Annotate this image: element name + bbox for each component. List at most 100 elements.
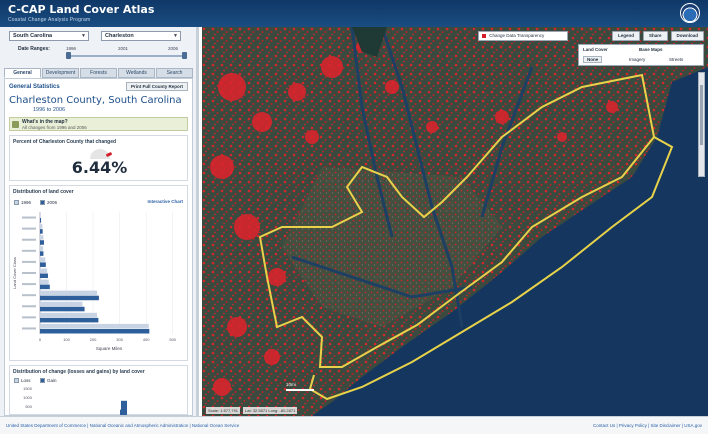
change-chart-card: Distribution of change (losses and gains… (9, 365, 188, 415)
base-maps-label: Base Maps (639, 47, 663, 52)
slider-start-handle[interactable] (66, 52, 71, 59)
y-tick-label (22, 260, 36, 263)
year-tick: 1996 (66, 46, 77, 51)
footer-site-links[interactable]: Contact Us | Privacy Policy | Site Discl… (593, 423, 702, 428)
change-bar-chart: 1500 1000 500 (23, 386, 127, 416)
bar-2006[interactable] (40, 317, 99, 323)
base-map-streets-radio[interactable]: Streets (669, 57, 683, 62)
footer-agency-links[interactable]: United States Department of Commerce | N… (6, 423, 239, 428)
bar-2006[interactable] (40, 273, 48, 279)
bar-1996[interactable] (40, 279, 49, 285)
years-span: 1996 to 2006 (33, 107, 66, 113)
bar-1996[interactable] (40, 235, 44, 240)
bar-1996[interactable] (40, 246, 44, 251)
bar-1996[interactable] (40, 301, 83, 307)
change-color-icon (482, 33, 486, 38)
map-info-icon (12, 121, 19, 128)
y-tick-label (22, 294, 36, 297)
zoom-slider[interactable] (698, 72, 705, 177)
bar-2006[interactable] (40, 306, 85, 312)
x-tick-label: 0 (39, 337, 42, 342)
x-tick-label: 100 (63, 337, 70, 342)
bar-1996[interactable] (40, 224, 43, 229)
tab-development[interactable]: Development (42, 68, 79, 78)
zoom-slider-thumb[interactable] (700, 85, 703, 145)
noaa-logo-icon[interactable] (680, 3, 700, 23)
legend-button[interactable]: Legend (611, 31, 640, 41)
county-heading: Charleston County, South Carolina (9, 95, 182, 106)
date-range-slider[interactable] (68, 55, 184, 57)
date-range-label: Date Ranges: (18, 46, 50, 52)
county-select-value: Charleston (105, 33, 134, 39)
bar-1996[interactable] (40, 213, 41, 218)
y-tick-label (22, 216, 36, 219)
base-map-imagery-radio[interactable]: Imagery (629, 57, 645, 62)
bar-2006[interactable] (40, 218, 42, 223)
bar-Loss[interactable] (121, 400, 127, 416)
chevron-down-icon: ▼ (81, 33, 86, 39)
footer: United States Department of Commerce | N… (0, 416, 708, 434)
y-tick-label (22, 283, 36, 286)
topic-tabs: General Development Forests Wetlands Sea… (4, 68, 193, 78)
app-subtitle: Coastal Change Analysis Program (8, 17, 91, 23)
share-button[interactable]: Share (642, 31, 668, 41)
whats-in-map-sub: All changes from 1996 and 2006 (22, 125, 87, 130)
chevron-down-icon: ▼ (173, 33, 178, 39)
y-tick-label: 1500 (23, 386, 33, 391)
general-panel: General Statistics Print Full County Rep… (4, 78, 193, 416)
map-coordinates: Scale: 1:577,791 Lat: 32.5871 Long: -80.… (206, 407, 298, 414)
percent-card-title: Percent of Charleston County that change… (13, 139, 117, 145)
bar-1996[interactable] (40, 268, 48, 273)
map-toolbar: Legend Share Download (611, 31, 704, 41)
map-canvas[interactable] (202, 27, 708, 416)
county-select[interactable]: Charleston ▼ (101, 31, 181, 41)
percent-changed-value: 6.44% (71, 158, 128, 177)
state-select-value: South Carolina (13, 33, 53, 39)
bar-2006[interactable] (40, 229, 43, 234)
app-title: C-CAP Land Cover Atlas (8, 3, 155, 16)
general-stats-title: General Statistics (9, 84, 60, 90)
x-tick-label: 400 (143, 337, 150, 342)
tab-search[interactable]: Search (156, 68, 193, 78)
x-axis-label: Square Miles (96, 346, 123, 351)
bar-2006[interactable] (40, 295, 99, 301)
y-tick-label (22, 327, 36, 330)
land-cover-select[interactable]: None (583, 56, 603, 63)
map-options-panel: Land Cover None Base Maps Imagery Street… (578, 44, 704, 66)
bar-2006[interactable] (40, 284, 50, 290)
map-latlon-readout: Lat: 32.5871 Long: -80.2871 (243, 407, 298, 414)
left-panel: South Carolina ▼ Charleston ▼ Date Range… (0, 27, 199, 416)
app-header: C-CAP Land Cover Atlas Coastal Change An… (0, 0, 708, 27)
y-axis-label: Land Cover Class (12, 257, 17, 289)
change-transparency-toggle[interactable]: Change Data Transparency (478, 31, 568, 41)
y-tick-label (22, 238, 36, 241)
tab-wetlands[interactable]: Wetlands (118, 68, 155, 78)
bar-2006[interactable] (40, 262, 46, 267)
bar-1996[interactable] (40, 290, 98, 296)
bar-2006[interactable] (40, 251, 44, 256)
slider-end-handle[interactable] (182, 52, 187, 59)
whats-in-map-box[interactable]: What's in the map? All changes from 1996… (9, 117, 188, 131)
x-tick-label: 500 (169, 337, 176, 342)
bar-1996[interactable] (40, 323, 149, 329)
land-cover-label: Land Cover (583, 47, 608, 52)
tab-forests[interactable]: Forests (80, 68, 117, 78)
map-scale-bar (286, 389, 314, 391)
y-tick-label: 500 (25, 404, 32, 409)
download-button[interactable]: Download (670, 31, 704, 41)
percent-changed-card: Percent of Charleston County that change… (9, 135, 188, 181)
print-report-button[interactable]: Print Full County Report (126, 82, 188, 91)
state-select[interactable]: South Carolina ▼ (9, 31, 89, 41)
year-tick: 2001 (118, 46, 129, 51)
land-cover-bar-chart: 0 100 200 300 400 500 Square Miles Land Cover C… (12, 212, 177, 351)
y-tick-label (22, 272, 36, 274)
bar-2006[interactable] (40, 328, 150, 334)
bar-1996[interactable] (40, 312, 98, 318)
y-tick-label: 1000 (23, 395, 33, 400)
bar-2006[interactable] (40, 240, 44, 245)
tab-general[interactable]: General (4, 68, 41, 78)
y-tick-label (22, 227, 36, 230)
bar-1996[interactable] (40, 257, 46, 262)
y-tick-label (22, 316, 36, 319)
map-view[interactable]: Change Data Transparency Legend Share Do… (202, 27, 708, 416)
